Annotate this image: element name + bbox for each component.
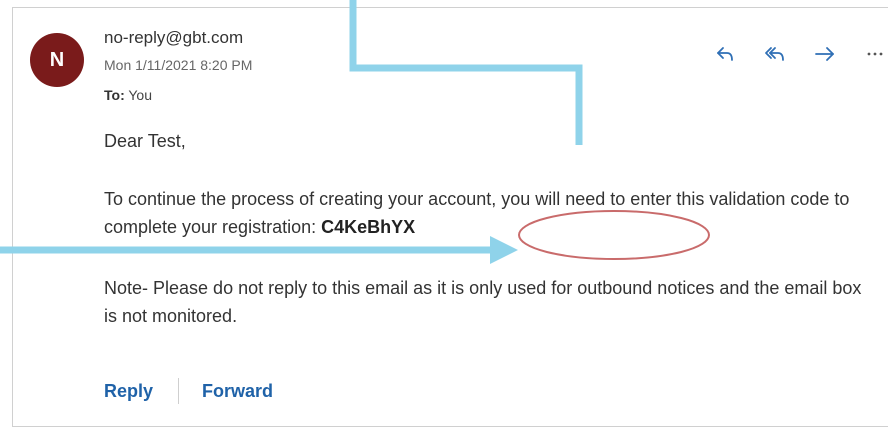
email-paragraph-instructions: To continue the process of creating your…	[104, 185, 874, 241]
more-icon	[867, 52, 883, 56]
sender-address[interactable]: no-reply@gbt.com	[104, 28, 243, 48]
more-actions-button[interactable]	[850, 38, 888, 70]
avatar-initial: N	[49, 48, 65, 71]
recipient-row: To: You	[104, 87, 152, 103]
reply-all-button[interactable]	[750, 38, 800, 70]
email-action-toolbar	[700, 38, 888, 70]
reply-all-icon	[765, 47, 784, 61]
to-label: To:	[104, 87, 125, 103]
email-date: Mon 1/11/2021 8:20 PM	[104, 57, 253, 73]
forward-button[interactable]	[800, 38, 850, 70]
link-divider	[178, 378, 180, 404]
reply-links: Reply Forward	[104, 378, 273, 404]
instructions-text: To continue the process of creating your…	[104, 189, 850, 237]
validation-code: C4KeBhYX	[321, 217, 416, 237]
email-greeting: Dear Test,	[104, 131, 186, 151]
reply-button[interactable]	[700, 38, 750, 70]
reply-link[interactable]: Reply	[104, 381, 153, 402]
email-paragraph-note: Note- Please do not reply to this email …	[104, 278, 862, 326]
sender-avatar: N	[30, 33, 84, 87]
recipient-name[interactable]: You	[128, 87, 152, 103]
forward-icon	[815, 47, 834, 61]
reply-icon	[717, 47, 733, 61]
forward-link[interactable]: Forward	[202, 381, 273, 402]
